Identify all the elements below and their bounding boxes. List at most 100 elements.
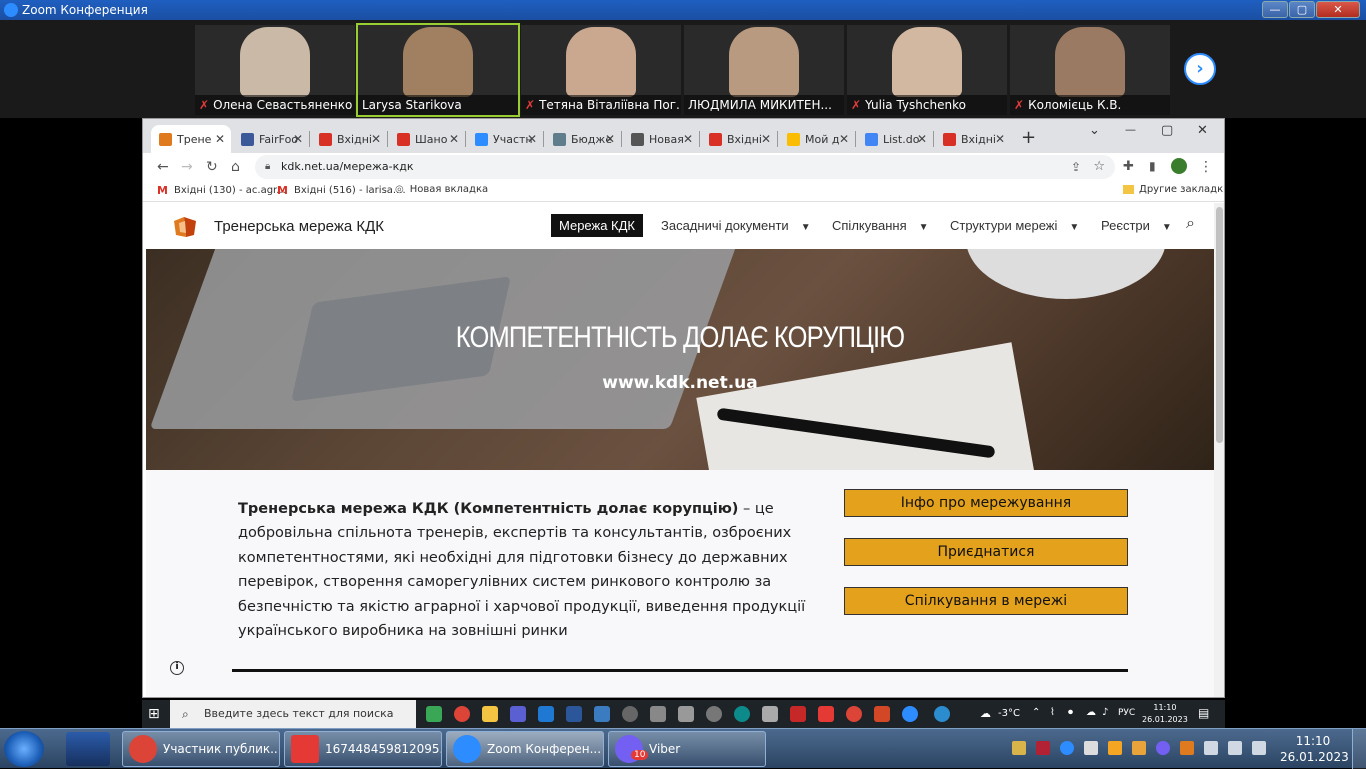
browser-tab[interactable]: Новая ✕ xyxy=(623,125,699,153)
chrome-icon[interactable] xyxy=(454,706,470,722)
participant-tile-active-speaker[interactable]: Larysa Starikova xyxy=(356,23,520,117)
forward-arrow-icon[interactable]: → xyxy=(181,159,193,175)
back-arrow-icon[interactable]: ← xyxy=(157,159,169,175)
browser-tab[interactable]: List.do ✕ xyxy=(857,125,933,153)
new-tab-button[interactable]: + xyxy=(1021,127,1036,148)
nav-item-structures[interactable]: Структури мережі ▼ xyxy=(950,218,1079,233)
nav-item-communication[interactable]: Спілкування ▼ xyxy=(832,218,929,233)
reload-icon[interactable]: ↻ xyxy=(206,159,218,175)
browser-close-button[interactable]: ✕ xyxy=(1197,123,1208,138)
browser-maximize-button[interactable]: ▢ xyxy=(1161,123,1173,138)
page-scrollbar[interactable] xyxy=(1214,203,1224,697)
network-communication-button[interactable]: Спілкування в мережі xyxy=(844,587,1128,615)
bookmark-item[interactable]: M Вхідні (516) - larisa.... xyxy=(277,184,406,197)
tray-app-icon[interactable] xyxy=(1132,741,1146,755)
networking-info-button[interactable]: Інфо про мережування xyxy=(844,489,1128,517)
edge-icon[interactable] xyxy=(426,706,442,722)
app-icon[interactable] xyxy=(762,706,778,722)
participant-tile[interactable]: ✗ Yulia Tyshchenko xyxy=(847,25,1007,115)
side-panel-icon[interactable]: ▮ xyxy=(1149,159,1156,173)
close-tab-icon[interactable]: ✕ xyxy=(293,132,303,146)
taskbar-pdf-window[interactable]: 167448459812095... xyxy=(284,731,442,767)
language-flag-icon[interactable] xyxy=(1036,741,1050,755)
browser-minimize-button[interactable]: — xyxy=(1125,123,1136,136)
pdf-icon[interactable] xyxy=(818,706,834,722)
cloud-icon[interactable]: ☁ xyxy=(1086,707,1096,718)
tray-chevron-icon[interactable]: ⌃ xyxy=(1032,707,1040,718)
close-tab-icon[interactable]: ✕ xyxy=(839,132,849,146)
bookmark-star-icon[interactable]: ☆ xyxy=(1093,155,1105,179)
close-tab-icon[interactable]: ✕ xyxy=(527,132,537,146)
calculator-icon[interactable] xyxy=(678,706,694,722)
zoom-close-button[interactable]: ✕ xyxy=(1316,1,1360,18)
microphone-icon[interactable]: ⏺ xyxy=(1068,707,1073,718)
weather-cloud-icon[interactable]: ☁ xyxy=(980,707,991,720)
show-desktop-button[interactable] xyxy=(1352,729,1366,769)
next-page-chevron-icon[interactable]: › xyxy=(1184,53,1216,85)
app-icon[interactable] xyxy=(594,706,610,722)
word-icon[interactable] xyxy=(566,706,582,722)
tab-search-chevron-icon[interactable]: ⌄ xyxy=(1089,123,1100,138)
network-icon[interactable] xyxy=(1252,741,1266,755)
participant-tile[interactable]: ✗ Олена Севастьяненко xyxy=(195,25,355,115)
volume-icon[interactable] xyxy=(1204,741,1218,755)
help-icon[interactable] xyxy=(934,706,950,722)
input-language[interactable]: РУС xyxy=(1118,708,1135,718)
participant-tile[interactable]: ЛЮДМИЛА МИКИТЕН... xyxy=(684,25,844,115)
extensions-puzzle-icon[interactable]: ✚ xyxy=(1123,159,1134,174)
mail-icon[interactable] xyxy=(538,706,554,722)
nav-item-registries[interactable]: Реєстри ▼ xyxy=(1101,218,1172,233)
close-tab-icon[interactable]: ✕ xyxy=(683,132,693,146)
taskbar-zoom-window[interactable]: Zoom Конферен... xyxy=(446,731,604,767)
tray-app-icon[interactable] xyxy=(1180,741,1194,755)
browser-tab[interactable]: Мой д ✕ xyxy=(779,125,855,153)
app-icon[interactable] xyxy=(706,706,722,722)
home-icon[interactable]: ⌂ xyxy=(231,159,240,175)
bookmark-item[interactable]: M Вхідні (130) - ac.agr... xyxy=(157,184,286,197)
windows-start-orb-icon[interactable] xyxy=(4,731,44,767)
media-icon[interactable] xyxy=(622,706,638,722)
zoom-minimize-button[interactable]: — xyxy=(1262,1,1288,18)
app-icon[interactable] xyxy=(790,706,806,722)
kebab-menu-icon[interactable]: ⋮ xyxy=(1199,159,1213,175)
app-icon[interactable] xyxy=(650,706,666,722)
join-button[interactable]: Приєднатися xyxy=(844,538,1128,566)
zoom-tray-icon[interactable] xyxy=(1060,741,1074,755)
info-icon[interactable]: i xyxy=(170,661,184,675)
search-icon[interactable]: ⌕ xyxy=(1186,215,1195,233)
browser-tab[interactable]: FairFoo ✕ xyxy=(233,125,309,153)
close-tab-icon[interactable]: ✕ xyxy=(761,132,771,146)
close-tab-icon[interactable]: ✕ xyxy=(995,132,1005,146)
nav-item-network-kdk[interactable]: Мережа КДК xyxy=(551,214,644,237)
kdk-logo-icon[interactable] xyxy=(172,215,198,239)
floppy-save-icon[interactable] xyxy=(66,732,110,766)
notifications-icon[interactable]: ▤ xyxy=(1198,706,1209,720)
action-center-flag-icon[interactable] xyxy=(1084,741,1098,755)
scrollbar-thumb[interactable] xyxy=(1216,207,1223,443)
viber-tray-icon[interactable] xyxy=(1156,741,1170,755)
close-tab-icon[interactable]: ✕ xyxy=(917,132,927,146)
network-icon[interactable]: ⌇ xyxy=(1050,707,1055,718)
browser-tab[interactable]: Вхідні ✕ xyxy=(311,125,387,153)
bookmark-item[interactable]: ◎ Новая вкладка xyxy=(395,184,488,195)
close-tab-icon[interactable]: ✕ xyxy=(449,132,459,146)
volume-icon[interactable]: ♪ xyxy=(1102,707,1108,718)
browser-tab[interactable]: Вхідні ✕ xyxy=(935,125,1011,153)
windows-start-icon[interactable]: ⊞ xyxy=(148,706,160,722)
zoom-maximize-button[interactable]: ▢ xyxy=(1289,1,1315,18)
site-name[interactable]: Тренерська мережа КДК xyxy=(214,218,384,235)
taskbar-chrome-window[interactable]: Участник публик... xyxy=(122,731,280,767)
browser-tab[interactable]: Участн ✕ xyxy=(467,125,543,153)
zoom-icon[interactable] xyxy=(902,706,918,722)
power-icon[interactable] xyxy=(1228,741,1242,755)
tray-app-icon[interactable] xyxy=(1108,741,1122,755)
close-tab-icon[interactable]: ✕ xyxy=(215,132,225,146)
close-tab-icon[interactable]: ✕ xyxy=(605,132,615,146)
participant-tile[interactable]: ✗ Тетяна Віталіївна Пог... xyxy=(521,25,681,115)
powerpoint-icon[interactable] xyxy=(874,706,890,722)
address-bar[interactable]: 🔒︎ kdk.net.ua/мережа-кдк ⇪ ☆ xyxy=(255,155,1115,179)
weather-temp[interactable]: -3°C xyxy=(998,708,1020,719)
profile-avatar[interactable] xyxy=(1171,158,1187,174)
local-clock[interactable]: 11:10 26.01.2023 xyxy=(1280,733,1349,765)
chrome-icon[interactable] xyxy=(846,706,862,722)
